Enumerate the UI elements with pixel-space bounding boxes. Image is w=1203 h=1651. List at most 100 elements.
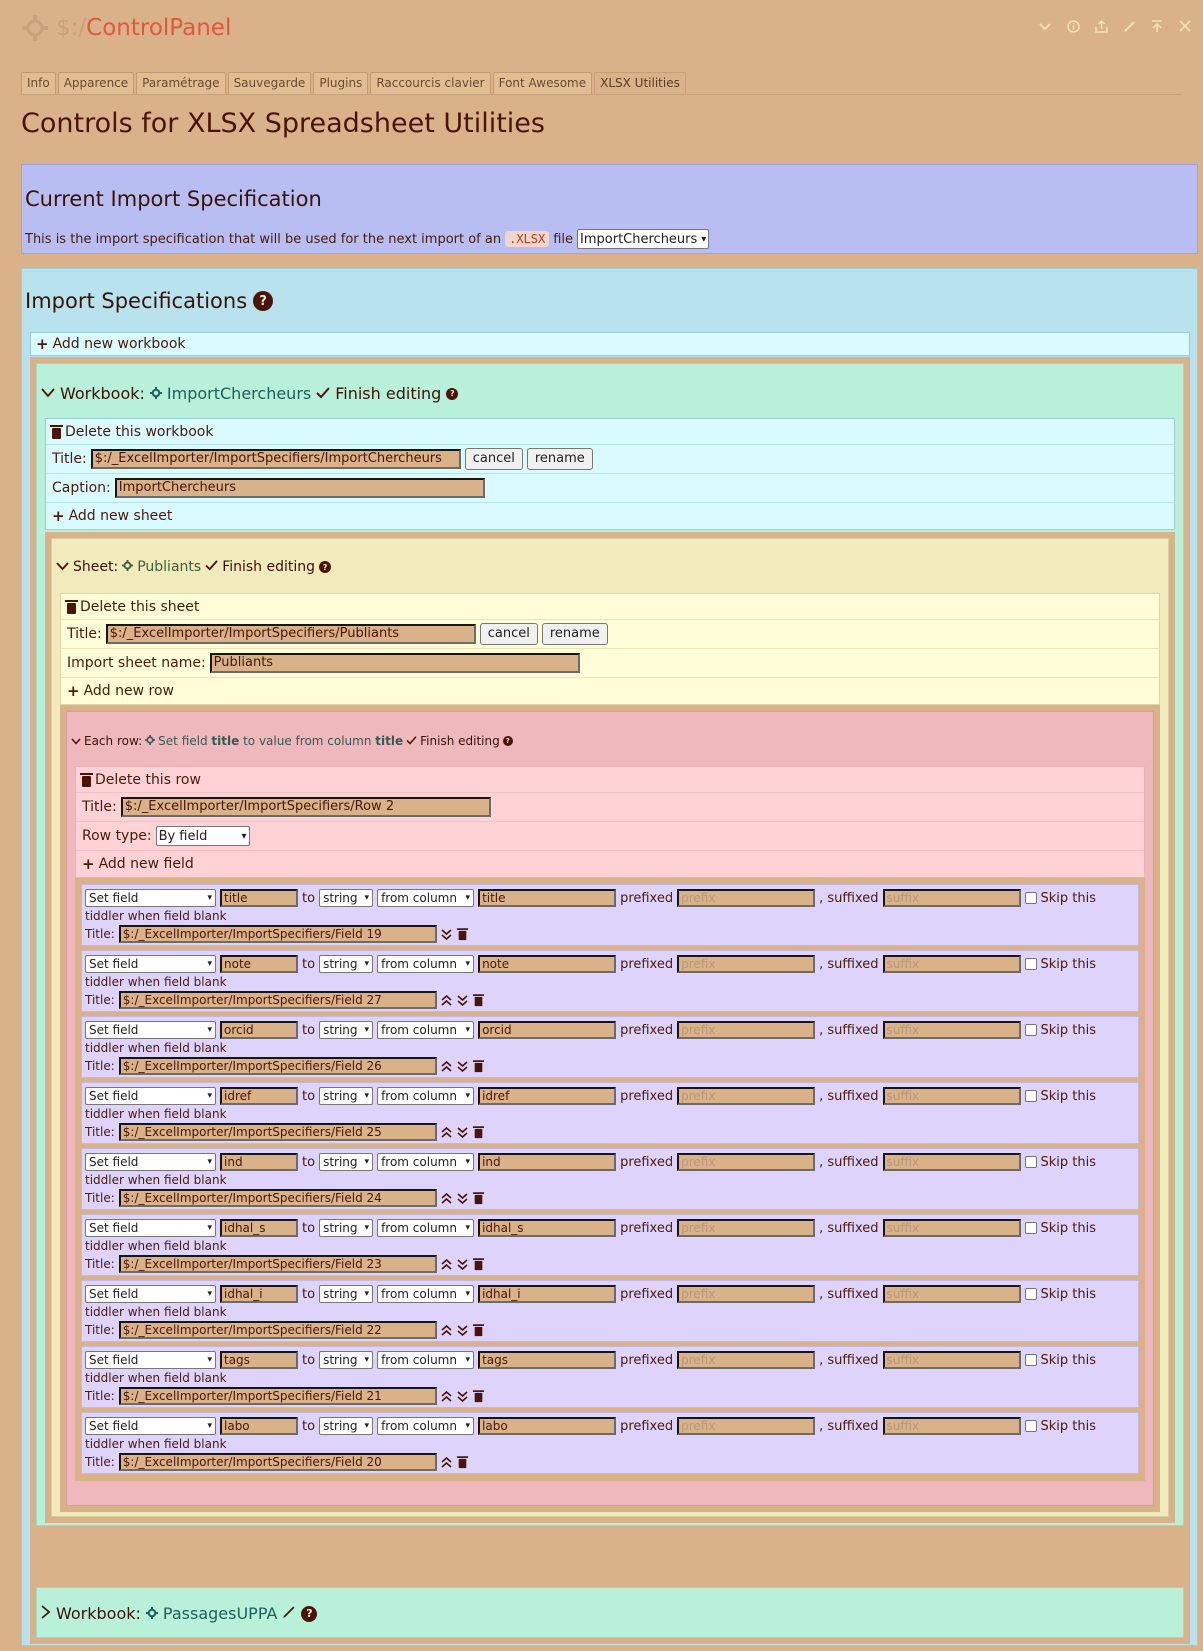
field-source-select[interactable]: from column ▾ — [377, 1285, 475, 1303]
tab-raccourcis-clavier[interactable]: Raccourcis clavier — [370, 72, 491, 94]
prefix-input[interactable]: prefix — [677, 1417, 816, 1435]
field-title-input[interactable]: $:/_ExcelImporter/ImportSpecifiers/Field… — [118, 1255, 437, 1273]
move-up-icon[interactable] — [441, 1192, 453, 1204]
field-title-input[interactable]: $:/_ExcelImporter/ImportSpecifiers/Field… — [118, 1321, 437, 1339]
field-name-input[interactable]: note — [220, 955, 298, 973]
tab-info[interactable]: Info — [21, 72, 56, 94]
field-title-input[interactable]: $:/_ExcelImporter/ImportSpecifiers/Field… — [118, 1123, 437, 1141]
prefix-input[interactable]: prefix — [677, 1153, 816, 1171]
column-name-input[interactable]: idref — [478, 1087, 617, 1105]
field-source-select[interactable]: from column ▾ — [377, 1219, 475, 1237]
help-icon[interactable]: ? — [502, 736, 513, 746]
tab-apparence[interactable]: Apparence — [57, 72, 135, 94]
field-title-input[interactable]: $:/_ExcelImporter/ImportSpecifiers/Field… — [118, 1189, 437, 1207]
rename-button[interactable]: rename — [541, 623, 608, 645]
add-field-button[interactable]: + Add new field — [76, 851, 1144, 877]
delete-field-button[interactable] — [473, 1126, 485, 1139]
delete-workbook-row[interactable]: Delete this workbook — [46, 419, 1174, 445]
add-workbook-button[interactable]: + Add new workbook — [30, 332, 1190, 356]
move-down-icon[interactable] — [457, 1192, 469, 1204]
field-source-select[interactable]: from column ▾ — [377, 1021, 475, 1039]
field-operation-select[interactable]: Set field ▾ — [85, 1285, 216, 1303]
edit-icon[interactable] — [282, 1604, 296, 1623]
column-name-input[interactable]: idhal_i — [478, 1285, 617, 1303]
field-type-select[interactable]: string ▾ — [319, 1417, 374, 1435]
move-down-icon[interactable] — [457, 1324, 469, 1336]
field-type-select[interactable]: string ▾ — [319, 1285, 374, 1303]
suffix-input[interactable]: suffix — [882, 1351, 1021, 1369]
info-icon[interactable] — [1065, 18, 1081, 34]
chevron-down-icon[interactable] — [41, 386, 55, 402]
field-name-input[interactable]: title — [220, 889, 298, 907]
prefix-input[interactable]: prefix — [677, 1021, 816, 1039]
close-icon[interactable] — [1177, 18, 1193, 34]
import-spec-select[interactable]: ImportChercheurs ▾ — [577, 229, 710, 249]
chevron-down-icon[interactable] — [1037, 18, 1053, 34]
field-type-select[interactable]: string ▾ — [319, 1219, 374, 1237]
skip-blank-checkbox[interactable] — [1024, 1222, 1037, 1234]
prefix-input[interactable]: prefix — [677, 1285, 816, 1303]
move-down-icon[interactable] — [457, 994, 469, 1006]
suffix-input[interactable]: suffix — [882, 1087, 1021, 1105]
field-title-input[interactable]: $:/_ExcelImporter/ImportSpecifiers/Field… — [118, 1057, 437, 1075]
field-source-select[interactable]: from column ▾ — [377, 1153, 475, 1171]
suffix-input[interactable]: suffix — [882, 1417, 1021, 1435]
row-type-select[interactable]: By field ▾ — [155, 826, 250, 846]
import-sheet-name-input[interactable]: Publiants — [209, 653, 580, 673]
sheet-title-input[interactable]: $:/_ExcelImporter/ImportSpecifiers/Publi… — [105, 624, 476, 644]
prefix-input[interactable]: prefix — [677, 889, 816, 907]
field-title-input[interactable]: $:/_ExcelImporter/ImportSpecifiers/Field… — [118, 925, 437, 943]
field-name-input[interactable]: tags — [220, 1351, 298, 1369]
tab-xlsx-utilities[interactable]: XLSX Utilities — [594, 72, 686, 94]
move-up-icon[interactable] — [441, 994, 453, 1006]
tab-parametrage[interactable]: Paramétrage — [136, 72, 226, 94]
column-name-input[interactable]: title — [478, 889, 617, 907]
move-up-icon[interactable] — [441, 1324, 453, 1336]
cancel-button[interactable]: cancel — [479, 623, 538, 645]
delete-field-button[interactable] — [473, 1324, 485, 1337]
column-name-input[interactable]: labo — [478, 1417, 617, 1435]
move-down-icon[interactable] — [457, 1390, 469, 1402]
delete-field-button[interactable] — [473, 1390, 485, 1403]
chevron-down-icon[interactable] — [71, 734, 81, 748]
field-type-select[interactable]: string ▾ — [319, 955, 374, 973]
skip-blank-checkbox[interactable] — [1024, 1420, 1037, 1432]
prefix-input[interactable]: prefix — [677, 1351, 816, 1369]
chevron-down-icon[interactable] — [56, 559, 69, 575]
field-operation-select[interactable]: Set field ▾ — [85, 1021, 216, 1039]
field-operation-select[interactable]: Set field ▾ — [85, 955, 216, 973]
delete-field-button[interactable] — [457, 928, 469, 941]
help-icon[interactable]: ? — [319, 561, 332, 573]
field-operation-select[interactable]: Set field ▾ — [85, 1153, 216, 1171]
delete-field-button[interactable] — [473, 1192, 485, 1205]
export-icon[interactable] — [1093, 18, 1109, 34]
delete-row-row[interactable]: Delete this row — [76, 767, 1144, 793]
column-name-input[interactable]: ind — [478, 1153, 617, 1171]
add-sheet-button[interactable]: + Add new sheet — [46, 503, 1174, 529]
field-source-select[interactable]: from column ▾ — [377, 1351, 475, 1369]
field-title-input[interactable]: $:/_ExcelImporter/ImportSpecifiers/Field… — [118, 1387, 437, 1405]
field-title-input[interactable]: $:/_ExcelImporter/ImportSpecifiers/Field… — [118, 991, 437, 1009]
move-up-icon[interactable] — [441, 1126, 453, 1138]
rename-button[interactable]: rename — [526, 448, 593, 470]
checkmark-icon[interactable] — [406, 734, 417, 748]
move-down-icon[interactable] — [457, 1258, 469, 1270]
sheet-name-link[interactable]: Publiants — [137, 559, 201, 575]
workbook-name-link[interactable]: PassagesUPPA — [163, 1604, 277, 1623]
field-operation-select[interactable]: Set field ▾ — [85, 889, 216, 907]
suffix-input[interactable]: suffix — [882, 1219, 1021, 1237]
finish-editing-workbook[interactable]: Finish editing — [335, 384, 441, 403]
field-source-select[interactable]: from column ▾ — [377, 1087, 475, 1105]
move-up-icon[interactable] — [441, 1456, 453, 1468]
move-up-icon[interactable] — [441, 1060, 453, 1072]
skip-blank-checkbox[interactable] — [1024, 1354, 1037, 1366]
row-title-input[interactable]: $:/_ExcelImporter/ImportSpecifiers/Row 2 — [120, 797, 491, 817]
column-name-input[interactable]: idhal_s — [478, 1219, 617, 1237]
column-name-input[interactable]: orcid — [478, 1021, 617, 1039]
add-row-button[interactable]: + Add new row — [61, 678, 1159, 704]
help-icon[interactable]: ? — [253, 291, 274, 311]
edit-icon[interactable] — [1121, 18, 1137, 34]
suffix-input[interactable]: suffix — [882, 1285, 1021, 1303]
tab-sauvegarde[interactable]: Sauvegarde — [227, 72, 312, 94]
suffix-input[interactable]: suffix — [882, 889, 1021, 907]
